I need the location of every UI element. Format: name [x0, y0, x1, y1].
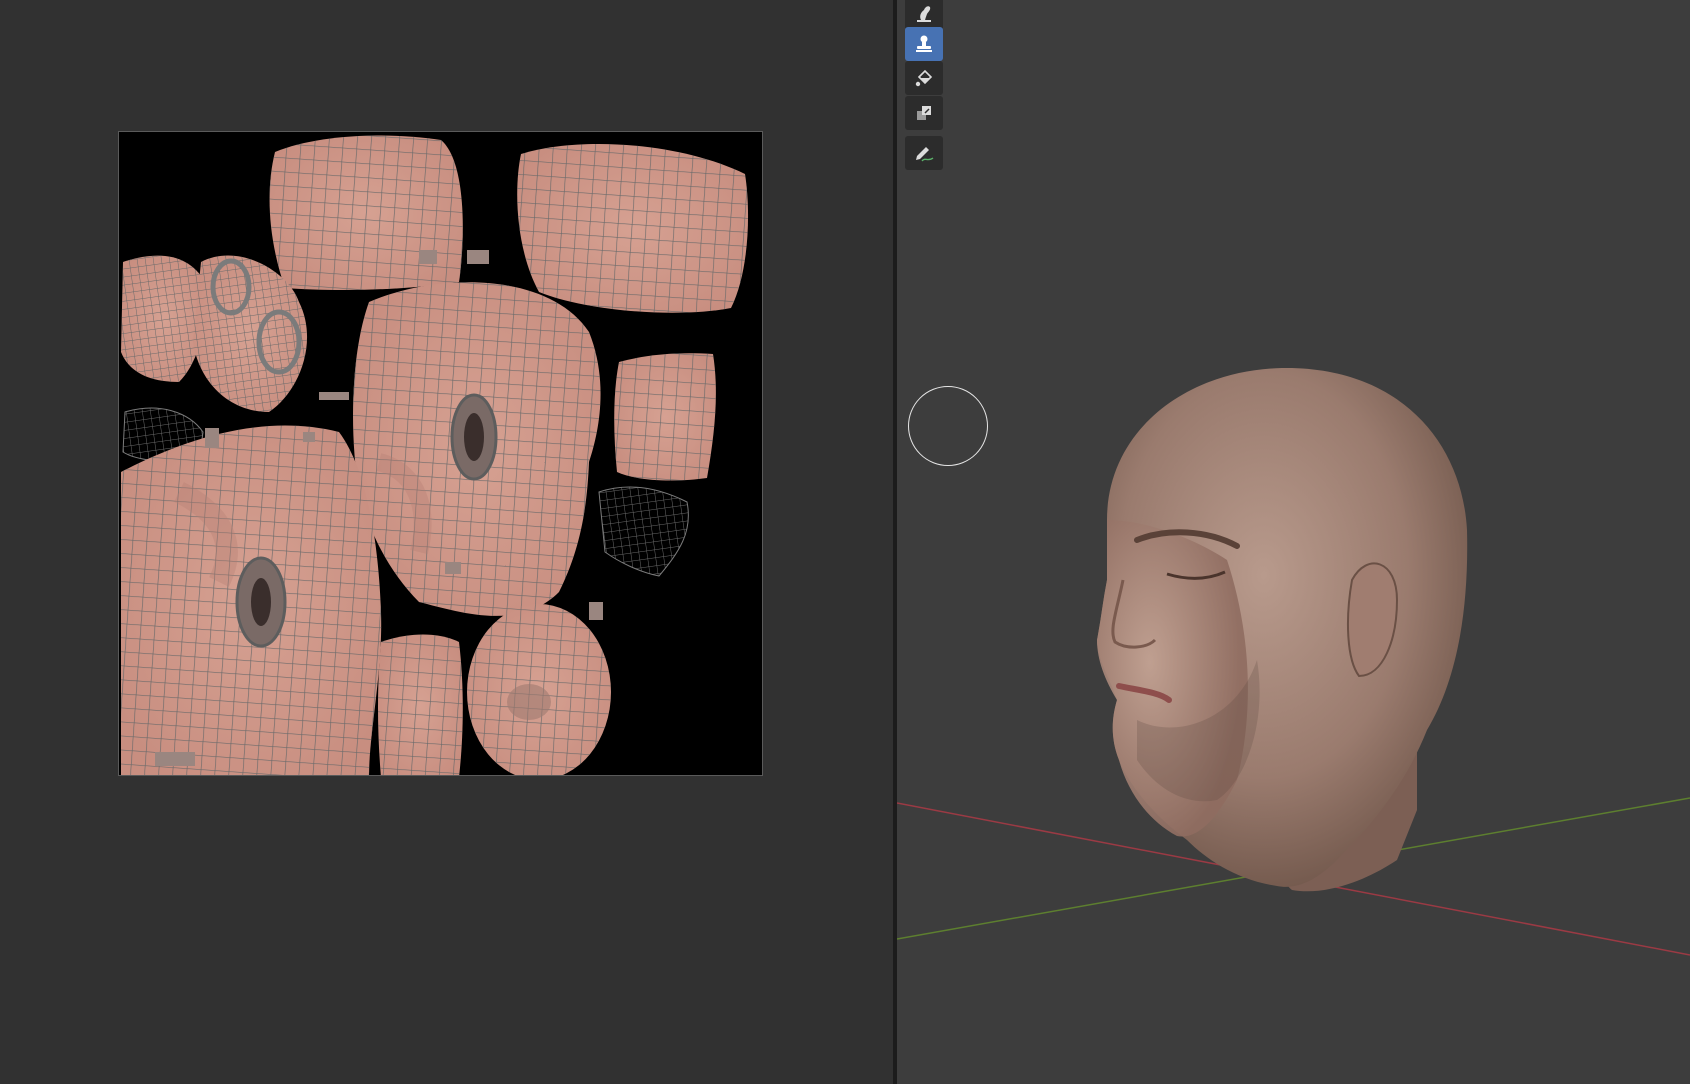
- clone-stamp-icon: [916, 35, 932, 52]
- fill-tool-button[interactable]: [905, 61, 943, 95]
- uv-island-scalp-right: [517, 143, 749, 313]
- uv-texture-canvas[interactable]: [118, 131, 763, 776]
- mask-icon: [917, 106, 931, 120]
- 3d-viewport[interactable]: [897, 0, 1690, 1084]
- brush-radius-cursor: [908, 386, 988, 466]
- uv-island-lips: [378, 634, 463, 775]
- uv-island-scalp-left: [269, 135, 463, 290]
- uv-image-editor[interactable]: [0, 0, 893, 1084]
- mask-tool-button[interactable]: [905, 96, 943, 130]
- smear-tool-button[interactable]: [905, 0, 943, 30]
- annotate-pen-icon: [916, 147, 934, 162]
- uv-island-neck-right: [598, 353, 716, 577]
- fill-bucket-icon: [915, 69, 933, 87]
- annotate-tool-button[interactable]: [905, 136, 943, 170]
- uv-island-scalp-top: [467, 604, 611, 775]
- uv-island-face-right: [353, 282, 601, 616]
- smear-icon: [917, 6, 931, 22]
- viewport-scene: [897, 367, 1690, 956]
- uv-islands: [121, 135, 749, 775]
- clone-tool-button[interactable]: [905, 27, 943, 61]
- uv-island-face-left: [121, 425, 382, 775]
